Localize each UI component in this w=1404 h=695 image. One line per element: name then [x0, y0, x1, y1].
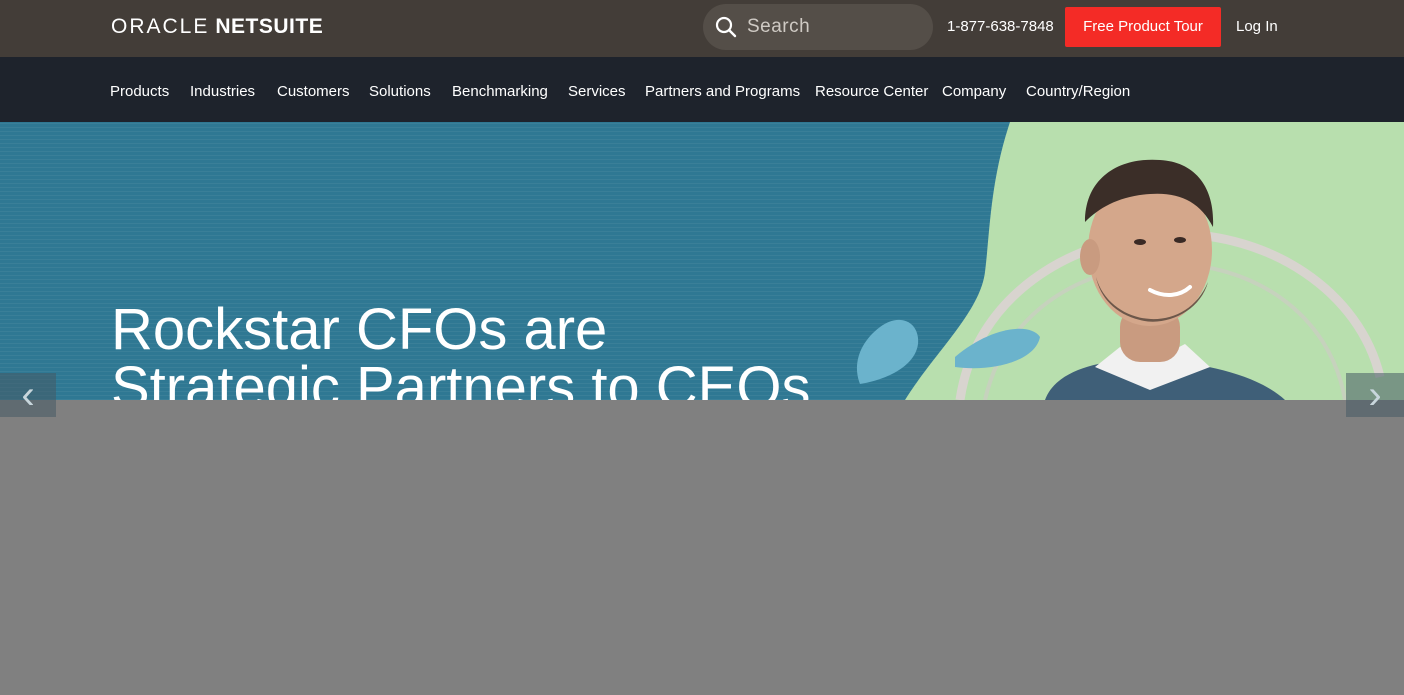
nav-item-services[interactable]: Services — [568, 83, 626, 100]
hero-title-line-1: Rockstar CFOs are — [111, 297, 608, 362]
nav-item-country-region[interactable]: Country/Region — [1026, 83, 1130, 100]
nav-item-industries[interactable]: Industries — [190, 83, 255, 100]
nav-item-products[interactable]: Products — [110, 83, 169, 100]
hero-title: Rockstar CFOs are Strategic Partners to … — [111, 297, 811, 401]
nav-item-company[interactable]: Company — [942, 83, 1006, 100]
nav-item-partners-programs[interactable]: Partners and Programs — [645, 83, 800, 100]
carousel-prev-button[interactable]: ‹ — [0, 373, 56, 417]
nav-item-solutions[interactable]: Solutions — [369, 83, 431, 100]
gray-overlay-right — [656, 400, 1404, 417]
main-nav: Products Industries Customers Solutions … — [0, 57, 1404, 122]
phone-number[interactable]: 1-877-638-7848 — [947, 18, 1054, 35]
search-box[interactable] — [703, 4, 933, 50]
free-product-tour-button[interactable]: Free Product Tour — [1065, 7, 1221, 47]
hero-title-line-2: Strategic Partners to CEOs — [111, 355, 811, 401]
search-icon — [715, 16, 737, 38]
nav-item-resource-center[interactable]: Resource Center — [815, 83, 928, 100]
hero-banner: Rockstar CFOs are Strategic Partners to … — [0, 122, 1404, 400]
oracle-netsuite-logo[interactable]: ORACLE NETSUITE — [111, 15, 323, 39]
logo-netsuite-text: NETSUITE — [215, 15, 324, 38]
chevron-left-icon: ‹ — [21, 373, 35, 417]
login-link[interactable]: Log In — [1236, 18, 1278, 35]
top-bar: ORACLENETSUITE 1-877-638-7848 Free Produ… — [0, 0, 1404, 57]
logo-oracle-text: ORACLE — [111, 15, 210, 38]
search-input[interactable] — [747, 14, 923, 40]
nav-item-customers[interactable]: Customers — [277, 83, 350, 100]
nav-item-benchmarking[interactable]: Benchmarking — [452, 83, 548, 100]
chevron-right-icon: › — [1368, 373, 1382, 417]
carousel-next-button[interactable]: › — [1346, 373, 1404, 417]
gray-overlay-bottom — [0, 417, 1404, 695]
